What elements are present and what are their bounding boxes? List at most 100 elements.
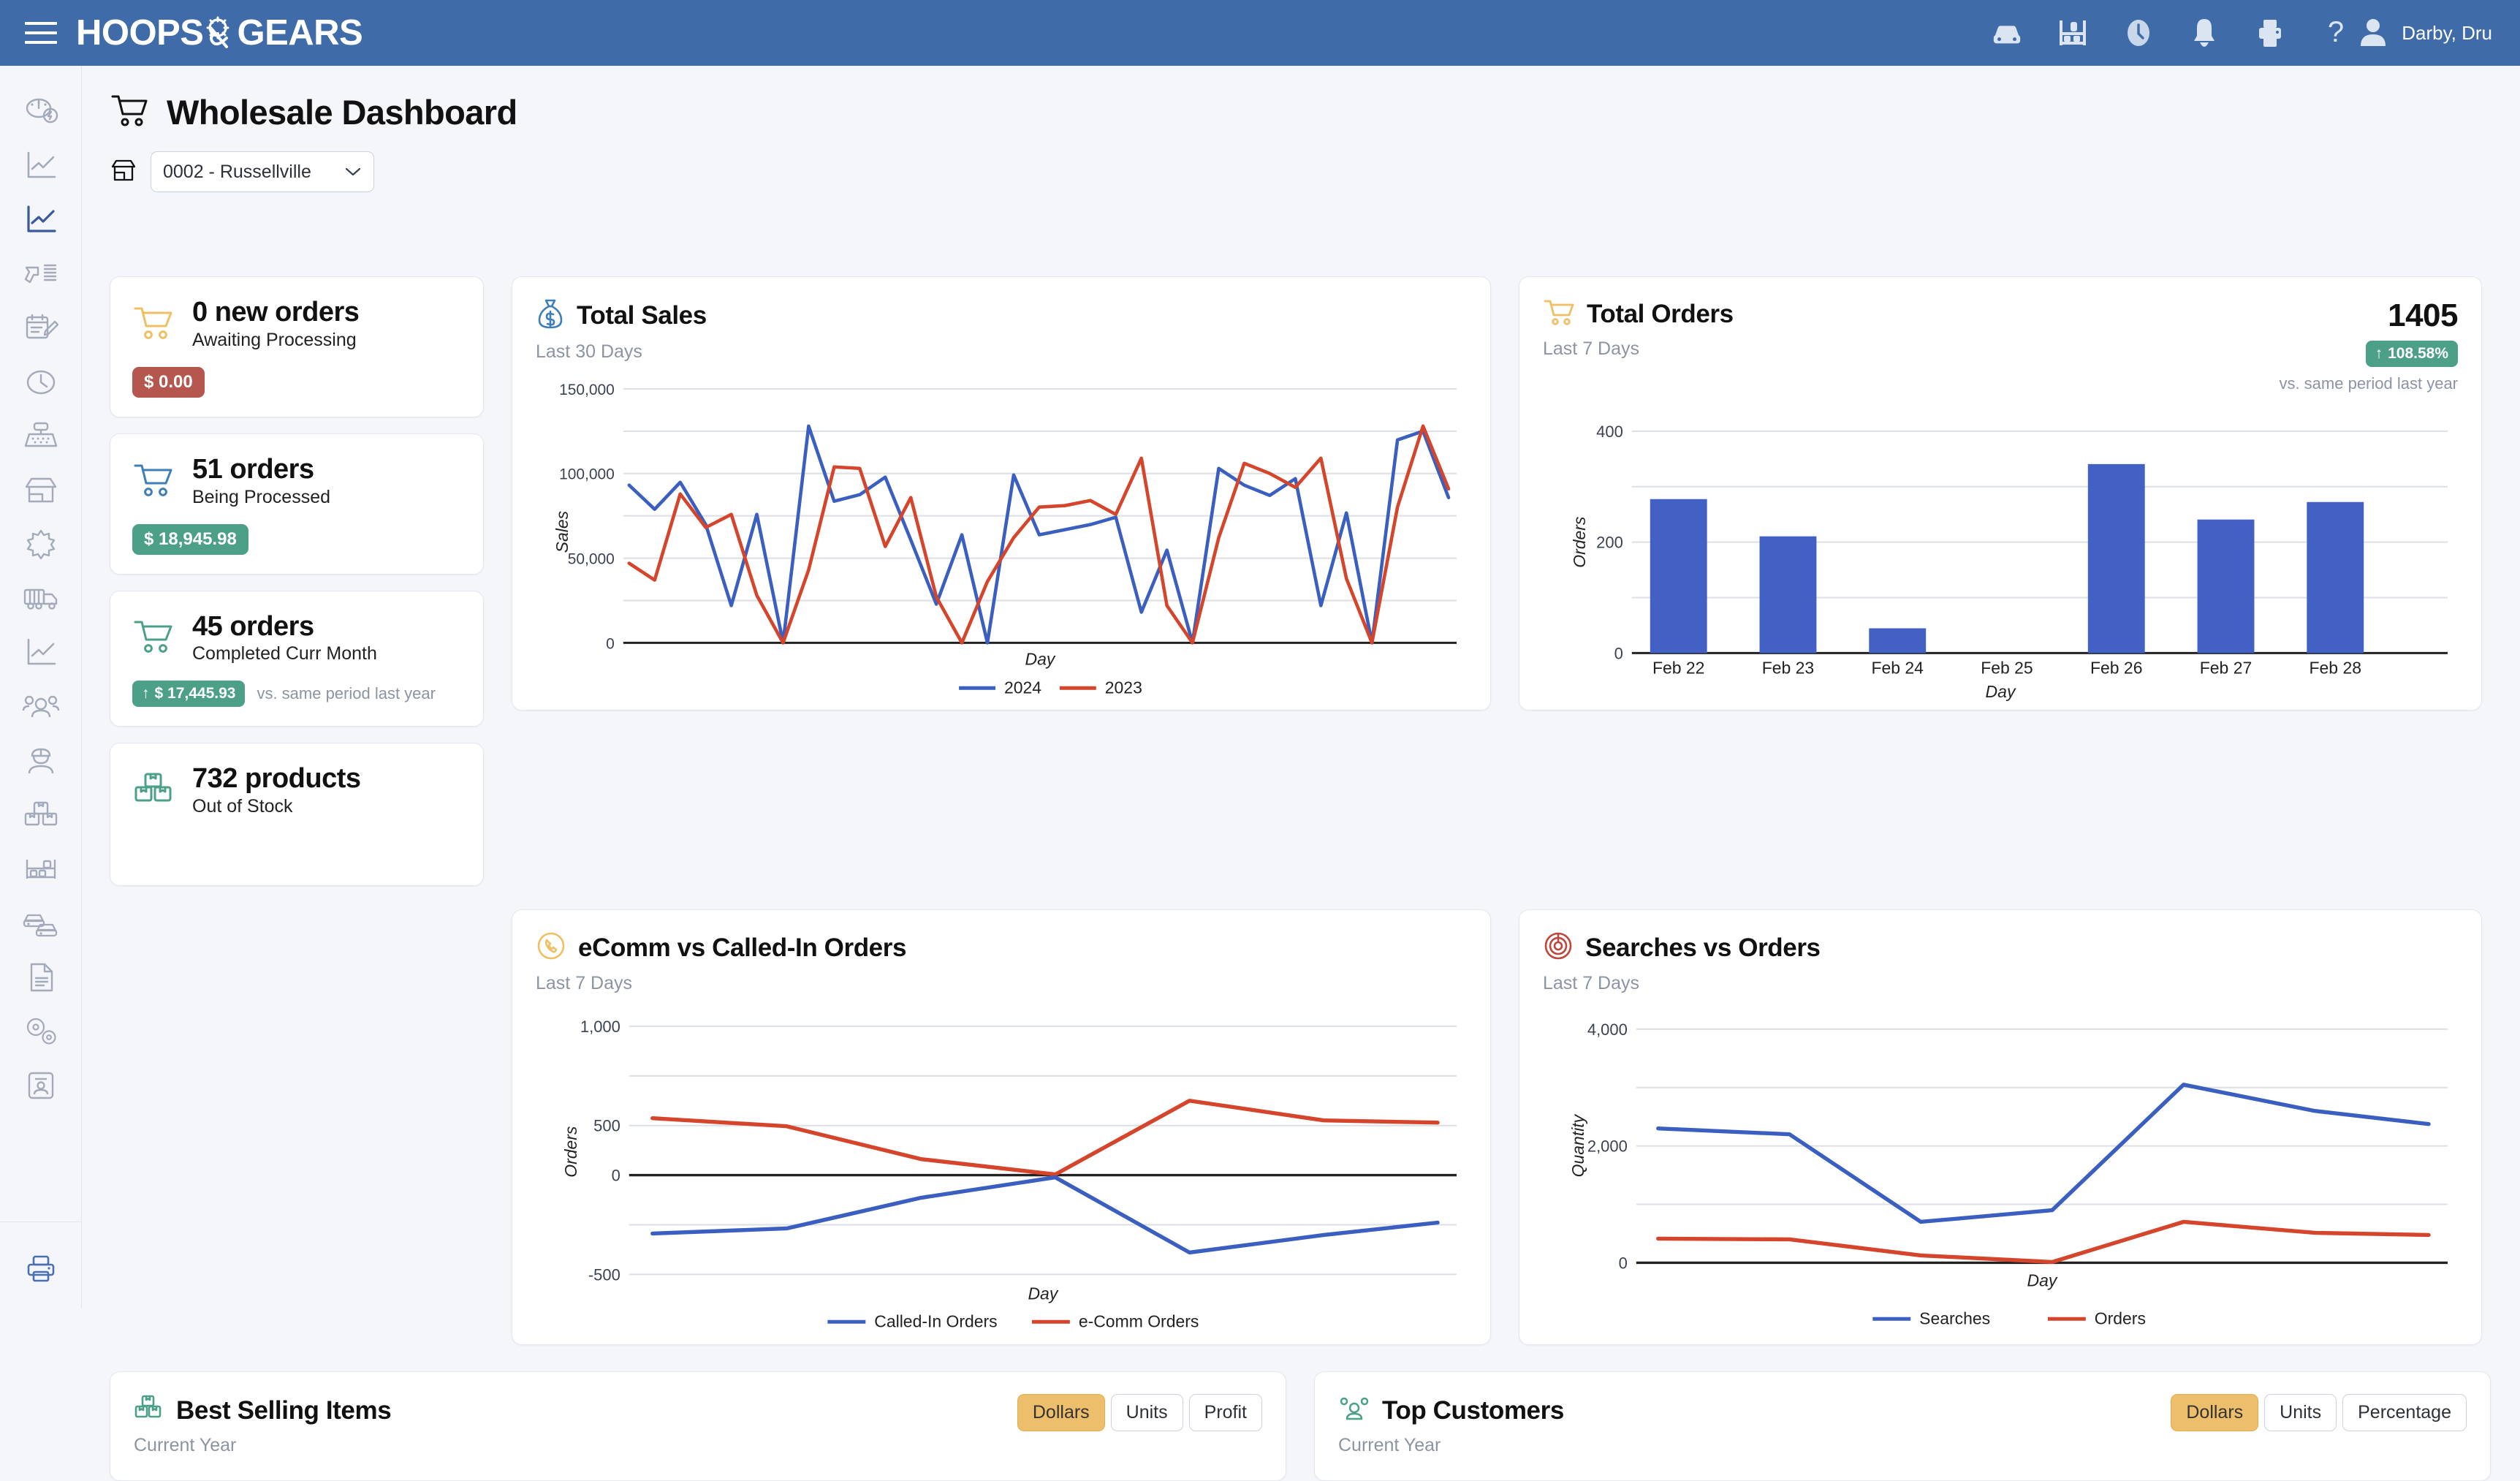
sidebar-item-settings[interactable] bbox=[15, 1004, 67, 1058]
card-title-block: Top Customers Current Year bbox=[1338, 1394, 1564, 1456]
sidebar-item-reports[interactable] bbox=[15, 139, 67, 193]
brand-text-secondary: GEARS bbox=[237, 13, 363, 53]
svg-text:1,000: 1,000 bbox=[580, 1018, 620, 1036]
sidebar-item-account[interactable] bbox=[15, 1058, 67, 1113]
series-ecomm-orders bbox=[650, 1099, 1440, 1177]
sidebar-item-products[interactable] bbox=[15, 788, 67, 842]
clock-icon[interactable] bbox=[2122, 17, 2155, 49]
card-title: Total Sales bbox=[577, 300, 707, 330]
car-icon[interactable] bbox=[1991, 17, 2023, 49]
legend-label-searches: Searches bbox=[1919, 1309, 1990, 1328]
kpi-content: 45 orders Completed Curr Month bbox=[132, 611, 461, 665]
bars bbox=[1650, 463, 2364, 654]
kpi-content: 0 new orders Awaiting Processing bbox=[132, 297, 461, 351]
help-question-icon[interactable]: ? bbox=[2320, 17, 2352, 49]
toggle-dollars[interactable]: Dollars bbox=[2171, 1394, 2259, 1432]
card-header: Total Sales Last 30 Days bbox=[536, 298, 1467, 363]
card-title-block: Total Sales Last 30 Days bbox=[536, 298, 707, 363]
dashboard-grid: 0 new orders Awaiting Processing $ 0.00 bbox=[82, 276, 2520, 1481]
kpi-text-block: 732 products Out of Stock bbox=[192, 764, 361, 817]
kpi-orders-processing[interactable]: 51 orders Being Processed $ 18,945.98 bbox=[110, 433, 484, 575]
comparison-note: vs. same period last year bbox=[2279, 374, 2458, 393]
svg-text:Feb 24: Feb 24 bbox=[1871, 658, 1924, 677]
main-content: Wholesale Dashboard 0002 - Russellville bbox=[82, 66, 2520, 1481]
kpi-subtext: Being Processed bbox=[192, 486, 331, 507]
status-badge: ↑ $ 17,445.93 bbox=[132, 681, 246, 708]
sidebar-item-register[interactable] bbox=[15, 409, 67, 463]
sidebar-item-wholesale-dashboard[interactable] bbox=[15, 193, 67, 247]
sidebar-printer-icon[interactable] bbox=[15, 1241, 67, 1295]
kpi-new-orders[interactable]: 0 new orders Awaiting Processing $ 0.00 bbox=[110, 276, 484, 417]
left-sidebar bbox=[0, 66, 82, 1308]
kpi-content: 51 orders Being Processed bbox=[132, 454, 461, 508]
gear-ampersand-icon bbox=[205, 16, 235, 50]
card-title-row: Total Sales bbox=[536, 298, 707, 333]
people-group-icon bbox=[1338, 1394, 1370, 1427]
kpi-orders-completed[interactable]: 45 orders Completed Curr Month ↑ $ 17,44… bbox=[110, 590, 484, 727]
x-tick-labels: Feb 22 Feb 23 Feb 24 Feb 25 Feb 26 Feb 27 F… bbox=[1652, 658, 2361, 677]
x-axis-label-total-orders: Day bbox=[1985, 682, 2016, 702]
svg-text:400: 400 bbox=[1596, 423, 1623, 441]
shopping-cart-icon bbox=[132, 617, 176, 659]
user-menu[interactable]: Darby, Dru bbox=[2358, 15, 2492, 51]
sidebar-item-fleet[interactable] bbox=[15, 896, 67, 950]
svg-text:?: ? bbox=[2328, 17, 2344, 48]
card-title-block: Best Selling Items Current Year bbox=[134, 1394, 392, 1456]
bell-icon[interactable] bbox=[2188, 17, 2220, 49]
total-orders-card: Total Orders Last 7 Days 1405 ↑ 108.58% … bbox=[1519, 276, 2482, 711]
card-subtitle: Last 30 Days bbox=[536, 341, 642, 362]
sidebar-item-work-orders[interactable] bbox=[15, 301, 67, 355]
status-badge-value: 108.58% bbox=[2388, 345, 2448, 362]
svg-text:0: 0 bbox=[1619, 1254, 1628, 1273]
shelf-inventory-icon[interactable] bbox=[2057, 17, 2089, 49]
sidebar-item-employees[interactable] bbox=[15, 734, 67, 788]
sidebar-item-analytics[interactable] bbox=[15, 626, 67, 680]
comparison-note: vs. same period last year bbox=[257, 684, 436, 703]
brand-logo[interactable]: HOOPS GEARS bbox=[76, 12, 363, 53]
sidebar-item-stock-shelf[interactable] bbox=[15, 842, 67, 896]
card-subtitle: Last 7 Days bbox=[1543, 973, 1640, 994]
kpi-text-block: 51 orders Being Processed bbox=[192, 454, 331, 508]
sidebar-item-dashboard-gauge[interactable] bbox=[15, 85, 67, 139]
sidebar-item-customers[interactable] bbox=[15, 680, 67, 734]
chart-legend: 2024 2023 bbox=[959, 678, 1142, 697]
y-axis-label: Orders bbox=[1570, 517, 1589, 568]
bar-feb-27 bbox=[2197, 519, 2255, 654]
kpi-text-block: 0 new orders Awaiting Processing bbox=[192, 297, 360, 351]
sidebar-item-documents[interactable] bbox=[15, 950, 67, 1004]
printer-icon[interactable] bbox=[2254, 17, 2286, 49]
y-tick-labels: 4,000 2,000 0 bbox=[1587, 1020, 1628, 1272]
toggle-profit[interactable]: Profit bbox=[1188, 1394, 1262, 1432]
kpi-footer: $ 0.00 bbox=[132, 366, 461, 398]
shopping-cart-icon bbox=[1543, 298, 1575, 330]
toggle-units[interactable]: Units bbox=[2264, 1394, 2337, 1432]
sidebar-item-storefront[interactable] bbox=[15, 463, 67, 518]
chart-legend: Searches Orders bbox=[1872, 1309, 2146, 1328]
hamburger-menu-icon[interactable] bbox=[25, 20, 57, 46]
searches-vs-orders-chart: 4,000 2,000 0 Quantity Day Searches Orde… bbox=[1568, 1020, 2448, 1328]
card-title-row: Top Customers bbox=[1338, 1394, 1564, 1427]
target-spiral-icon bbox=[1543, 931, 1574, 965]
toggle-units[interactable]: Units bbox=[1110, 1394, 1183, 1432]
sidebar-item-delivery[interactable] bbox=[15, 572, 67, 626]
store-select[interactable]: 0002 - Russellville bbox=[151, 151, 374, 192]
legend-label-orders: Orders bbox=[2095, 1309, 2146, 1328]
svg-text:Feb 22: Feb 22 bbox=[1652, 658, 1704, 677]
sidebar-item-promotions[interactable] bbox=[15, 518, 67, 572]
toggle-dollars[interactable]: Dollars bbox=[1017, 1394, 1105, 1432]
kpi-out-of-stock[interactable]: 732 products Out of Stock bbox=[110, 743, 484, 887]
legend-label-ecomm: e-Comm Orders bbox=[1079, 1312, 1199, 1331]
total-sales-card: Total Sales Last 30 Days 150,000 100,000… bbox=[512, 276, 1491, 711]
gridlines bbox=[629, 1026, 1457, 1276]
svg-text:100,000: 100,000 bbox=[559, 466, 615, 483]
series-called-in-orders bbox=[650, 1175, 1440, 1255]
y-axis-label: Quantity bbox=[1568, 1114, 1587, 1178]
sidebar-item-scanner[interactable] bbox=[15, 247, 67, 301]
series-searches bbox=[1656, 1083, 2431, 1224]
toggle-percentage[interactable]: Percentage bbox=[2342, 1394, 2467, 1432]
legend-label-2023: 2023 bbox=[1105, 678, 1142, 697]
kpi-subtext: Completed Curr Month bbox=[192, 643, 377, 664]
svg-text:4,000: 4,000 bbox=[1587, 1020, 1628, 1039]
sidebar-item-history[interactable] bbox=[15, 355, 67, 409]
svg-text:150,000: 150,000 bbox=[559, 382, 615, 398]
